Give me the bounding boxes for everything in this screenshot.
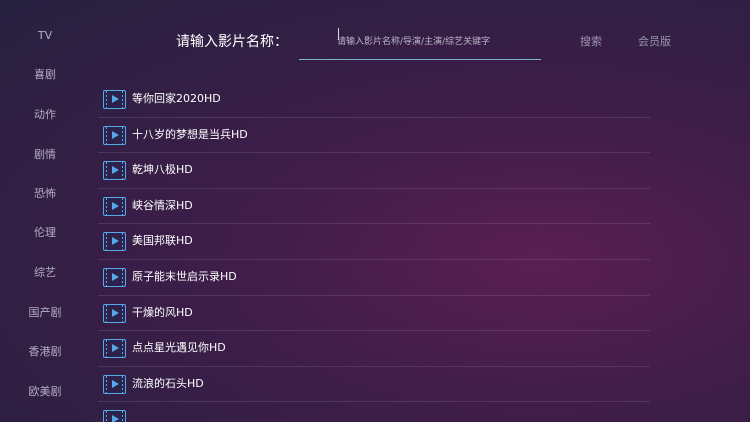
list-item[interactable] — [98, 402, 650, 422]
list-item-title: 十八岁的梦想是当兵HD — [132, 127, 248, 141]
search-label: 请输入影片名称： — [176, 34, 288, 50]
text-cursor — [338, 28, 339, 40]
category-sidebar: TV 喜剧 动作 剧情 恐怖 伦理 综艺 国产剧 香港剧 欧美剧 — [0, 0, 90, 422]
sidebar-item-comedy[interactable]: 喜剧 — [0, 68, 90, 82]
video-icon — [103, 196, 126, 216]
sidebar-item-tv[interactable]: TV — [0, 29, 90, 43]
search-button[interactable]: 搜索 — [580, 35, 602, 49]
sidebar-item-domestic-series[interactable]: 国产剧 — [0, 306, 90, 320]
sidebar-item-hongkong-series[interactable]: 香港剧 — [0, 345, 90, 359]
sidebar-item-action[interactable]: 动作 — [0, 108, 90, 122]
list-item-title: 美国邦联HD — [132, 234, 193, 248]
video-icon — [103, 267, 126, 287]
video-icon — [103, 90, 126, 109]
vip-version-button[interactable]: 会员版 — [638, 35, 671, 49]
sidebar-item-western-series[interactable]: 欧美剧 — [0, 385, 90, 399]
list-item-title: 等你回家2020HD — [132, 92, 221, 105]
video-icon — [103, 161, 126, 181]
list-item-title: 流浪的石头HD — [132, 376, 204, 390]
list-item[interactable]: 点点星光遇见你HD — [98, 331, 650, 367]
list-item[interactable]: 原子能末世启示录HD — [98, 260, 650, 296]
list-item[interactable]: 流浪的石头HD — [98, 367, 650, 403]
list-item-title: 峡谷情深HD — [132, 198, 193, 212]
search-input[interactable] — [299, 24, 541, 60]
sidebar-item-horror[interactable]: 恐怖 — [0, 187, 90, 201]
video-icon — [103, 232, 126, 252]
list-item[interactable]: 美国邦联HD — [98, 224, 650, 260]
list-item-title: 点点星光遇见你HD — [132, 341, 226, 355]
list-item[interactable]: 十八岁的梦想是当兵HD — [98, 118, 650, 154]
video-icon — [103, 410, 126, 422]
video-icon — [103, 125, 126, 145]
list-item-title: 乾坤八极HD — [132, 163, 193, 177]
list-item-title: 干燥的风HD — [132, 305, 193, 319]
list-item[interactable]: 等你回家2020HD — [98, 82, 650, 118]
list-item[interactable]: 乾坤八极HD — [98, 153, 650, 189]
sidebar-item-ethics[interactable]: 伦理 — [0, 226, 90, 240]
sidebar-item-variety[interactable]: 综艺 — [0, 266, 90, 280]
results-list: 等你回家2020HD 十八岁的梦想是当兵HD 乾坤八极HD 峡谷情深HD 美国邦… — [98, 82, 650, 422]
video-icon — [103, 303, 126, 323]
sidebar-item-drama[interactable]: 剧情 — [0, 148, 90, 162]
list-item[interactable]: 干燥的风HD — [98, 296, 650, 332]
list-item[interactable]: 峡谷情深HD — [98, 189, 650, 225]
video-icon — [103, 339, 126, 359]
list-item-title: 原子能末世启示录HD — [132, 269, 237, 283]
video-icon — [103, 374, 126, 394]
